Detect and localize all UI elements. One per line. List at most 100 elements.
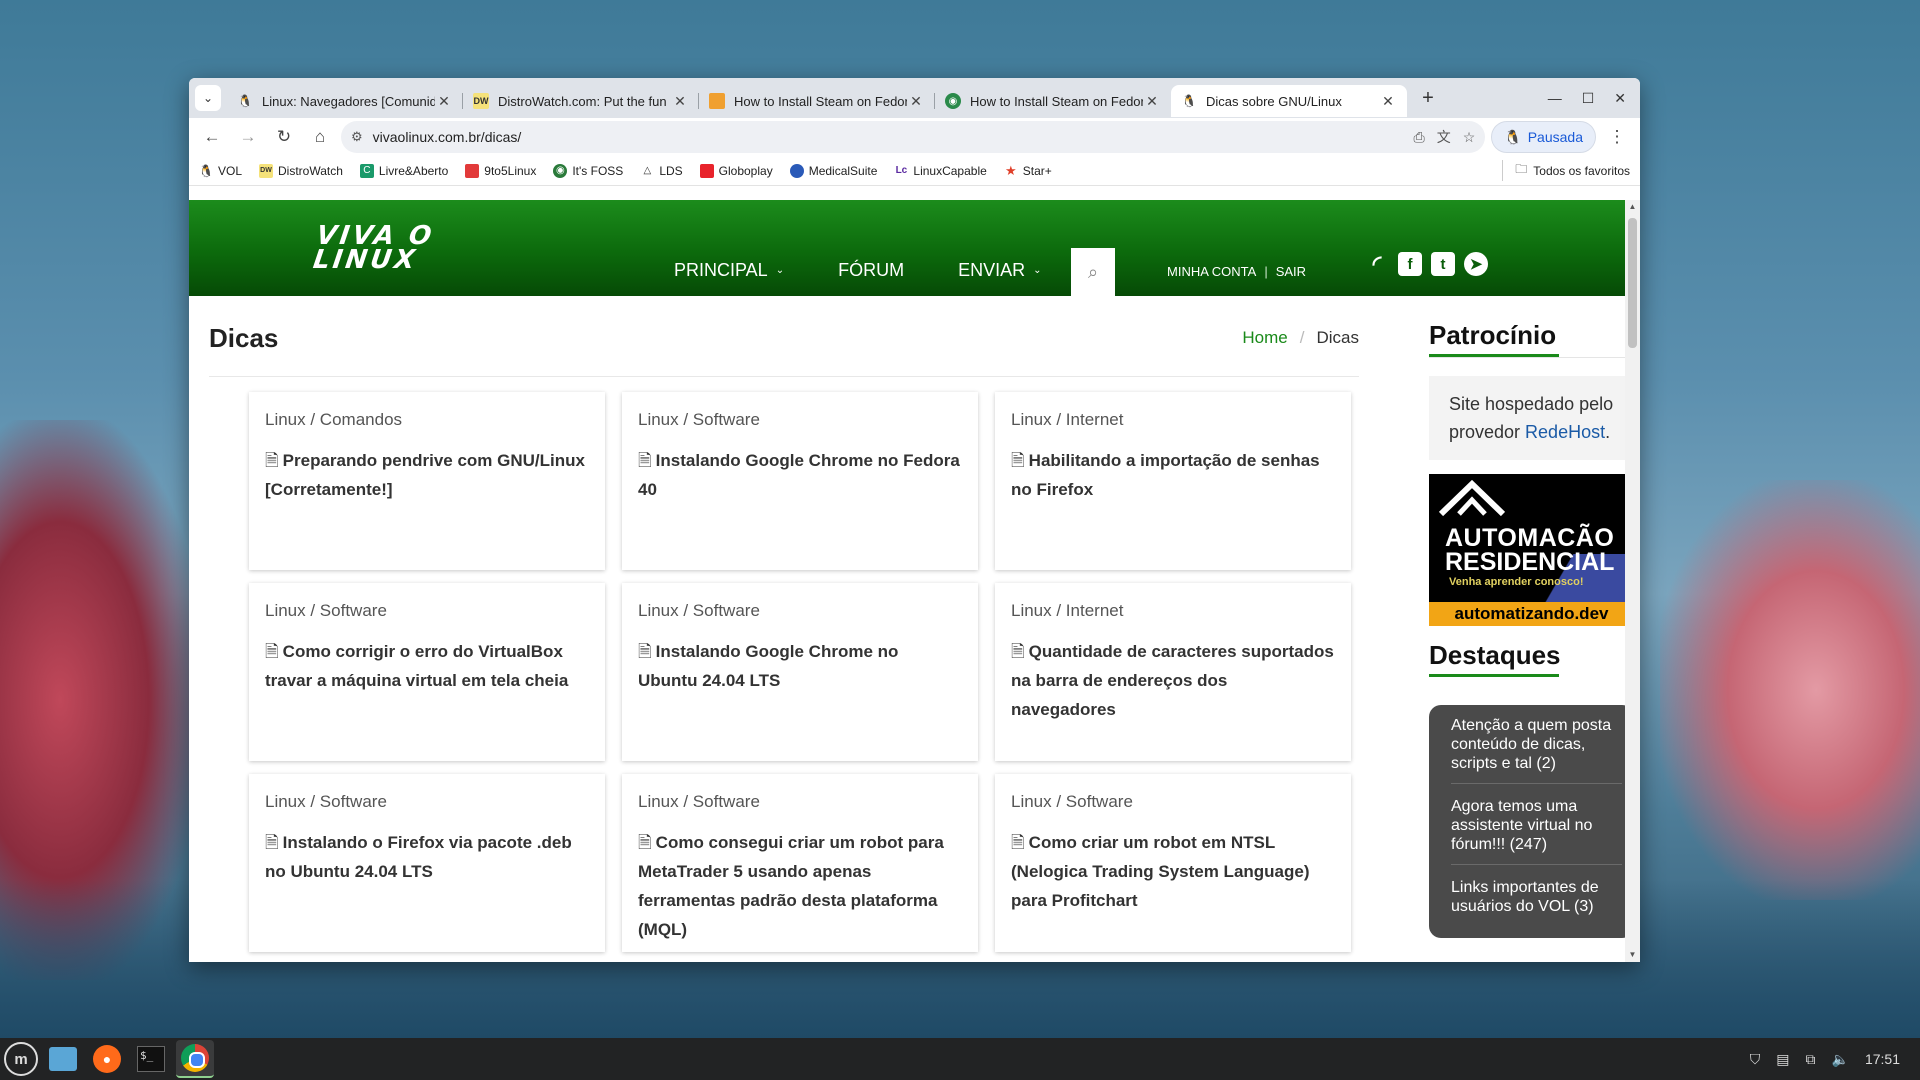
twitter-icon[interactable]: t [1431,252,1455,276]
highlight-item[interactable]: Atenção a quem posta conteúdo de dicas, … [1451,713,1622,784]
forward-button[interactable]: → [233,122,263,152]
chevron-down-icon: ⌄ [1033,265,1042,276]
breadcrumb-home[interactable]: Home [1242,328,1287,347]
bookmark-vol[interactable]: 🐧 VOL [199,164,242,178]
tab-distrowatch[interactable]: DW DistroWatch.com: Put the fun back ✕ [463,85,699,117]
tip-card[interactable]: Linux / Software 🗎 Como corrigir o erro do… [249,583,605,761]
tip-category[interactable]: Linux / Internet [1011,601,1335,621]
my-account-link[interactable]: MINHA CONTA [1167,264,1256,279]
tip-title-link[interactable]: 🗎 Como criar um robot em NTSL (Nelogica T… [1011,828,1335,915]
clock[interactable]: 17:51 [1865,1051,1900,1067]
bookmark-globoplay[interactable]: Globoplay [699,163,773,178]
tip-title-link[interactable]: 🗎 Instalando Google Chrome no Fedora 40 [638,446,962,504]
page-scrollbar[interactable]: ▲ ▼ [1625,200,1640,962]
translate-icon[interactable]: 文 [1437,127,1451,147]
highlight-item[interactable]: Links importantes de usuários do VOL (3) [1451,875,1622,926]
new-tab-button[interactable]: + [1413,87,1443,110]
maximize-icon[interactable]: ☐ [1582,90,1595,107]
bookmark-livre-aberto[interactable]: C Livre&Aberto [359,163,448,178]
tab-search-button[interactable]: ⌄ [195,85,221,111]
tip-card[interactable]: Linux / Internet 🗎 Quantidade de caractere… [995,583,1351,761]
close-icon[interactable]: ✕ [1143,93,1161,110]
tip-title-link[interactable]: 🗎 Como consegui criar um robot para MetaT… [638,828,962,944]
tip-category[interactable]: Linux / Software [638,410,962,430]
tip-category[interactable]: Linux / Comandos [265,410,589,430]
tip-title-link[interactable]: 🗎 Instalando Google Chrome no Ubuntu 24.0… [638,637,962,695]
tab-dicas-active[interactable]: 🐧 Dicas sobre GNU/Linux ✕ [1171,85,1407,117]
telegram-icon[interactable]: ➤ [1464,252,1488,276]
tab-steam-fedora-1[interactable]: How to Install Steam on Fedora ✕ [699,85,935,117]
facebook-icon[interactable]: f [1398,252,1422,276]
bookmark-medicalsuite[interactable]: MedicalSuite [789,163,877,178]
rss-icon[interactable]: ◜ [1365,251,1389,276]
site-logo[interactable]: VIVA O LINUX [311,221,436,275]
profile-button[interactable]: 🐧 Pausada [1491,121,1596,153]
tip-category[interactable]: Linux / Software [265,792,589,812]
bookmark-linuxcapable[interactable]: Lc LinuxCapable [894,164,987,178]
bookmark-9to5linux[interactable]: 9to5Linux [465,163,536,178]
tip-title-link[interactable]: 🗎 Instalando o Firefox via pacote .deb no… [265,828,589,886]
taskbar-terminal[interactable]: $_ [132,1040,170,1078]
close-icon[interactable]: ✕ [1379,93,1397,110]
minimize-icon[interactable]: — [1548,90,1562,107]
logout-link[interactable]: SAIR [1276,264,1306,279]
address-bar[interactable]: ⚙ vivaolinux.com.br/dicas/ ⎙ 文 ☆ [341,121,1486,153]
close-icon[interactable]: ✕ [907,93,925,110]
taskbar-files[interactable] [44,1040,82,1078]
window-controls: — ☐ ✕ [1548,90,1640,107]
tab-vol-navegadores[interactable]: 🐧 Linux: Navegadores [Comunidade] ✕ [227,85,463,117]
nav-principal[interactable]: PRINCIPAL ⌄ [674,260,784,281]
tip-category[interactable]: Linux / Software [638,792,962,812]
tip-card[interactable]: Linux / Comandos 🗎 Preparando pendrive com… [249,392,605,570]
tip-title-link[interactable]: 🗎 Quantidade de caracteres suportados na … [1011,637,1335,724]
volume-icon[interactable]: 🔈 [1832,1051,1849,1068]
shield-icon[interactable]: ⛉ [1750,1051,1761,1068]
nav-enviar[interactable]: ENVIAR ⌄ [958,260,1041,281]
tip-card[interactable]: Linux / Software 🗎 Como consegui criar um … [622,774,978,952]
nav-forum[interactable]: FÓRUM [838,260,904,281]
bookmark-starplus[interactable]: ★ Star+ [1004,163,1052,178]
tip-card[interactable]: Linux / Software 🗎 Como criar um robot em … [995,774,1351,952]
tab-steam-fedora-2[interactable]: ◉ How to Install Steam on Fedora ✕ [935,85,1171,117]
tip-title-link[interactable]: 🗎 Habilitando a importação de senhas no F… [1011,446,1335,504]
back-button[interactable]: ← [197,122,227,152]
taskbar-firefox[interactable]: ● [88,1040,126,1078]
bookmark-lds[interactable]: △ LDS [640,164,682,178]
scroll-up-icon[interactable]: ▲ [1625,200,1640,214]
tip-category[interactable]: Linux / Software [638,601,962,621]
site-info-icon[interactable]: ⚙ [351,129,363,145]
penguin-icon: 🐧 [1181,94,1197,108]
tip-card[interactable]: Linux / Software 🗎 Instalando Google Chrom… [622,583,978,761]
network-icon[interactable]: ⧉ [1806,1051,1816,1068]
tip-card[interactable]: Linux / Internet 🗎 Habilitando a importaçã… [995,392,1351,570]
all-bookmarks-button[interactable]: 🗀 Todos os favoritos [1502,160,1630,181]
home-button[interactable]: ⌂ [305,122,335,152]
tip-category[interactable]: Linux / Software [1011,792,1335,812]
close-icon[interactable]: ✕ [435,93,453,110]
scroll-down-icon[interactable]: ▼ [1625,948,1640,962]
close-icon[interactable]: ✕ [671,93,689,110]
tip-card[interactable]: Linux / Software 🗎 Instalando Google Chrom… [622,392,978,570]
highlight-item[interactable]: Agora temos uma assistente virtual no fó… [1451,794,1622,865]
tip-title-link[interactable]: 🗎 Preparando pendrive com GNU/Linux [Corr… [265,446,589,504]
menu-button[interactable]: ⋮ [1602,122,1632,152]
site-search-button[interactable]: ⌕ [1071,248,1115,296]
start-menu-button[interactable]: m [4,1042,38,1076]
redehost-link[interactable]: RedeHost [1525,422,1605,442]
tip-title-link[interactable]: 🗎 Como corrigir o erro do VirtualBox trav… [265,637,589,695]
tip-card[interactable]: Linux / Software 🗎 Instalando o Firefox vi… [249,774,605,952]
url-text[interactable]: vivaolinux.com.br/dicas/ [373,129,1402,145]
clipboard-icon[interactable]: ▤ [1776,1051,1789,1068]
install-app-icon[interactable]: ⎙ [1414,129,1425,146]
star-icon[interactable]: ☆ [1463,129,1476,146]
reload-button[interactable]: ↻ [269,122,299,152]
ad-banner[interactable]: AUTOMACÃO RESIDENCIAL Venha aprender con… [1429,474,1625,626]
bookmark-itsfoss[interactable]: ◉ It's FOSS [553,163,623,178]
nav-label: ENVIAR [958,260,1026,280]
tip-category[interactable]: Linux / Internet [1011,410,1335,430]
close-window-icon[interactable]: ✕ [1614,90,1626,107]
bookmark-distrowatch[interactable]: DW DistroWatch [259,163,343,178]
taskbar-chrome[interactable] [176,1040,214,1078]
scroll-thumb[interactable] [1628,218,1637,348]
tip-category[interactable]: Linux / Software [265,601,589,621]
